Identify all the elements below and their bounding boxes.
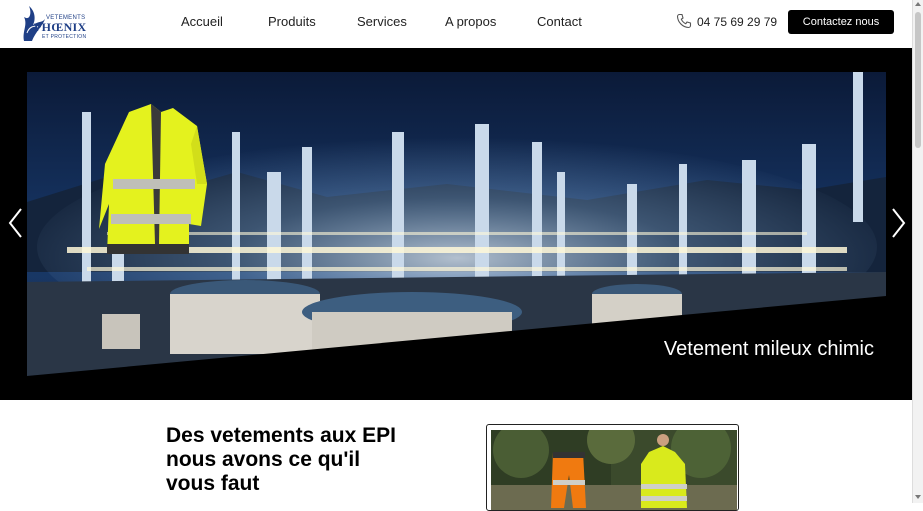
nav-contact[interactable]: Contact xyxy=(537,14,582,29)
brand-logo[interactable]: VETEMENTS PHŒNIX ET PROTECTION xyxy=(18,3,87,43)
nav-services[interactable]: Services xyxy=(357,14,407,29)
page: VETEMENTS PHŒNIX ET PROTECTION Accueil P… xyxy=(0,0,912,511)
scroll-up-arrow-icon[interactable] xyxy=(915,2,921,6)
vertical-scrollbar[interactable] xyxy=(912,0,923,503)
chevron-right-icon[interactable] xyxy=(888,206,908,240)
logo-wordmark: PHŒNIX xyxy=(34,20,87,34)
scrollbar-thumb[interactable] xyxy=(915,12,921,148)
headline-line: nous avons ce qu'il xyxy=(166,448,361,471)
site-header: VETEMENTS PHŒNIX ET PROTECTION Accueil P… xyxy=(0,0,912,48)
hero-slider: Vetement mileux chimic xyxy=(0,48,912,400)
headline-line: Des vetements aux EPI xyxy=(166,424,396,447)
nav-a-propos[interactable]: A propos xyxy=(445,14,496,29)
product-image-workwear xyxy=(491,430,737,510)
headline-line: vous faut xyxy=(166,472,260,495)
product-image-frame xyxy=(486,424,739,511)
phone-number[interactable]: 04 75 69 29 79 xyxy=(697,15,777,29)
scroll-down-arrow-icon[interactable] xyxy=(915,495,921,499)
contact-us-button[interactable]: Contactez nous xyxy=(788,10,894,34)
chevron-left-icon[interactable] xyxy=(6,206,26,240)
nav-produits[interactable]: Produits xyxy=(268,14,316,29)
hero-caption: Vetement mileux chimic xyxy=(663,338,874,360)
intro-headline: Des vetements aux EPI nous avons ce qu'i… xyxy=(166,424,446,496)
phone-icon xyxy=(676,13,692,29)
logo-tagline-bottom: ET PROTECTION xyxy=(42,34,87,40)
nav-accueil[interactable]: Accueil xyxy=(181,14,223,29)
hero-image-refinery xyxy=(27,72,886,376)
